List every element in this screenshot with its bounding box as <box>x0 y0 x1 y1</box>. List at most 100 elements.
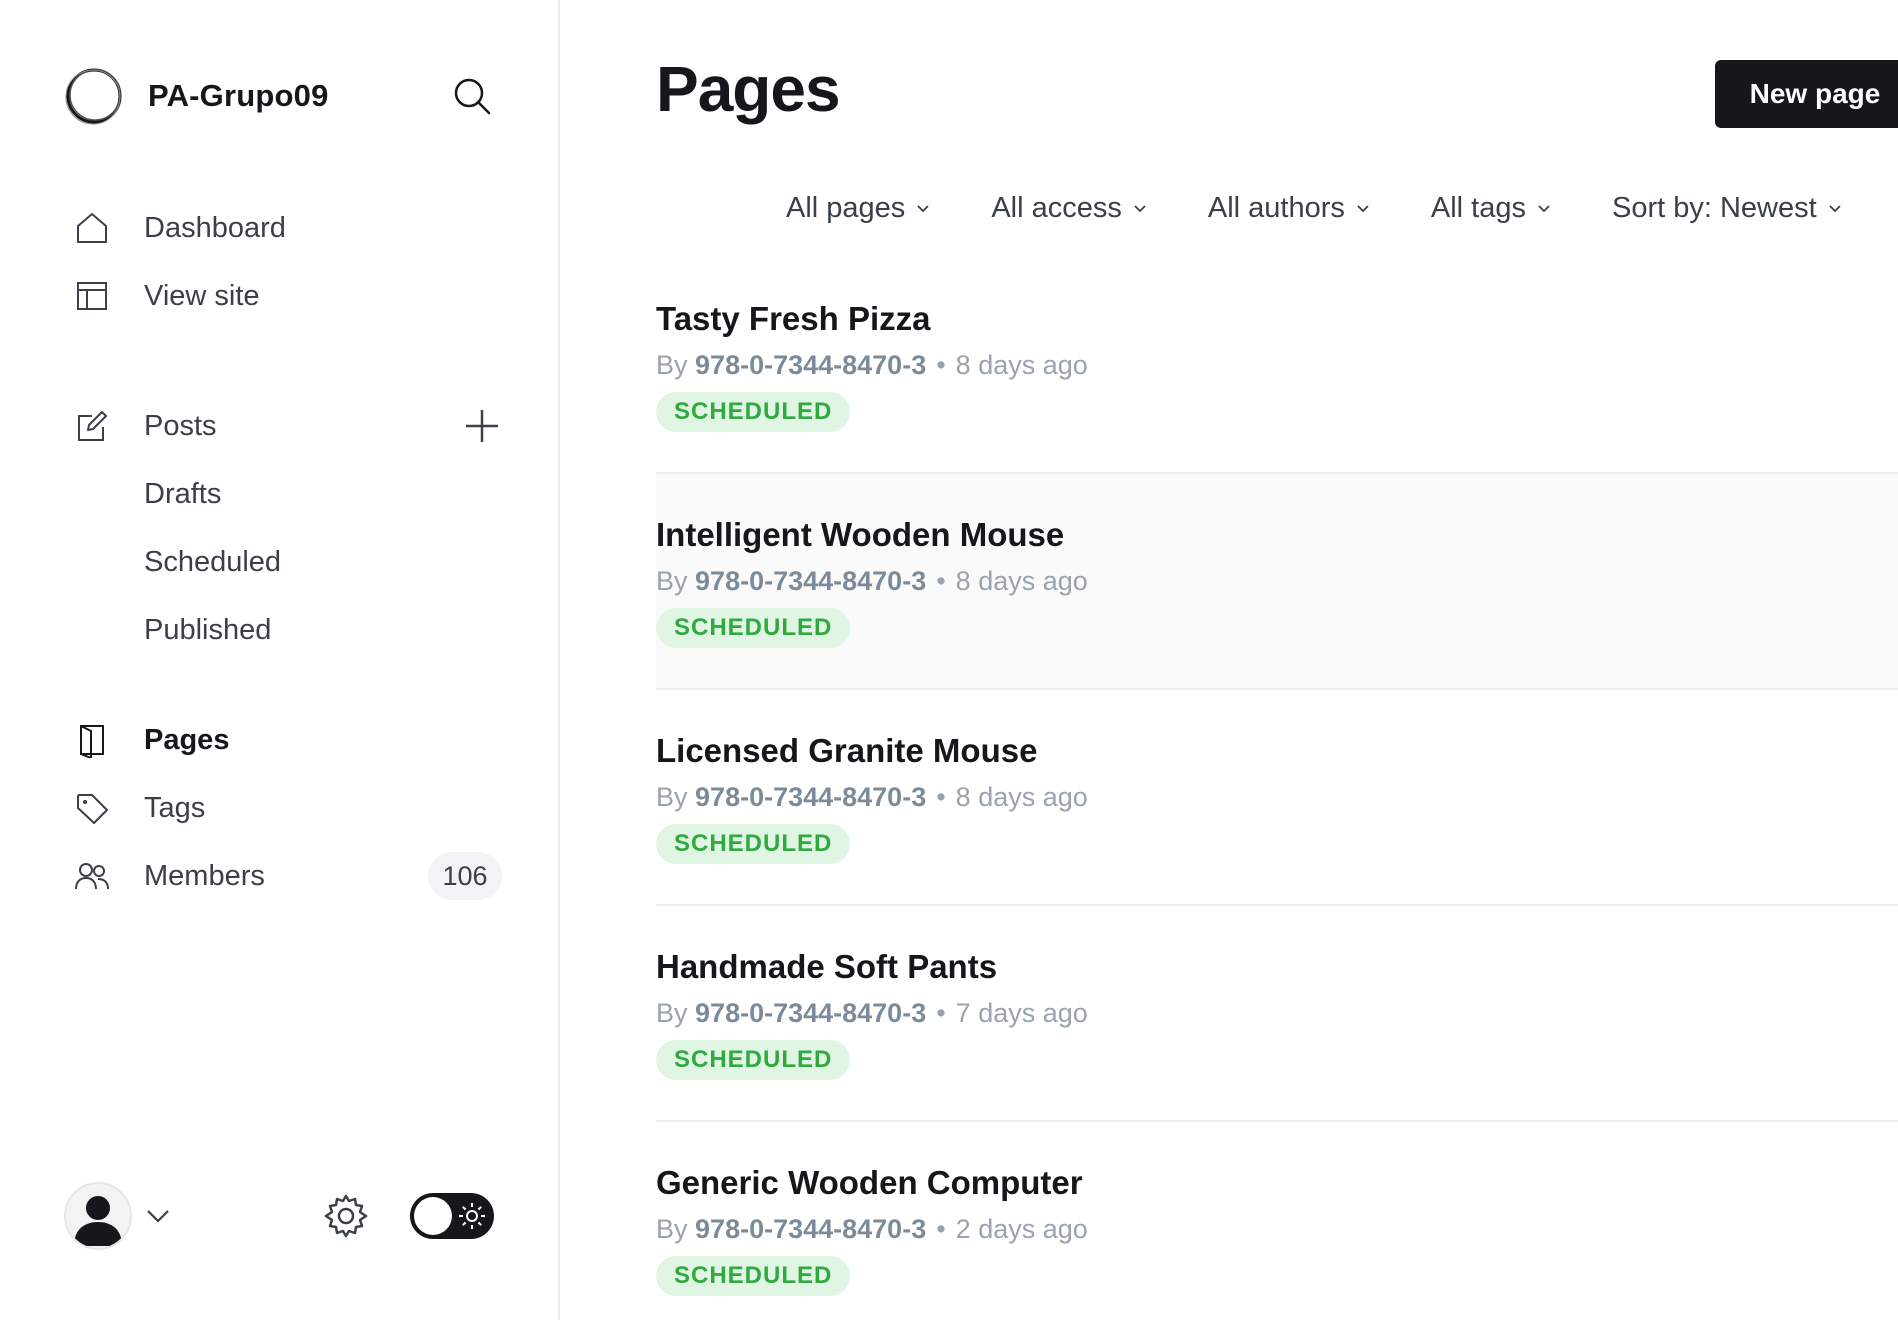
page-item-meta: By 978-0-7344-8470-3 • 2 days ago <box>656 1214 1088 1245</box>
filter-type-dropdown[interactable]: All pages <box>786 192 931 225</box>
search-button[interactable] <box>448 72 496 120</box>
chevron-down-icon <box>1357 205 1369 213</box>
sidebar: PA-Grupo09 Dashboard View site Posts Dra… <box>0 0 560 1320</box>
page-item-time: 8 days ago <box>955 782 1088 812</box>
chevron-down-icon <box>1538 205 1550 213</box>
chevron-down-icon[interactable] <box>144 1202 172 1230</box>
nav-item-dashboard[interactable]: Dashboard <box>72 194 502 262</box>
nav-top: Dashboard View site <box>72 194 502 330</box>
nav-label: Tags <box>144 791 206 824</box>
list-item[interactable]: Generic Wooden Computer By 978-0-7344-84… <box>656 1122 1898 1320</box>
nav-bottom: Pages Tags Members 106 <box>72 706 502 910</box>
page-item-title[interactable]: Licensed Granite Mouse <box>656 732 1037 770</box>
list-item[interactable]: Tasty Fresh Pizza By 978-0-7344-8470-3 • 8… <box>656 258 1898 474</box>
page-item-author: 978-0-7344-8470-3 <box>695 566 927 596</box>
page-item-time: 7 days ago <box>955 998 1088 1028</box>
site-name: PA-Grupo09 <box>148 78 329 113</box>
page-item-meta: By 978-0-7344-8470-3 • 7 days ago <box>656 998 1088 1029</box>
members-count-badge: 106 <box>428 852 502 900</box>
theme-toggle[interactable] <box>410 1193 494 1239</box>
new-post-button[interactable] <box>462 406 502 446</box>
new-page-button[interactable]: New page <box>1715 60 1898 128</box>
status-badge: SCHEDULED <box>656 1256 851 1296</box>
nav-item-posts[interactable]: Posts <box>72 392 502 460</box>
nav-item-tags[interactable]: Tags <box>72 774 502 842</box>
status-badge: SCHEDULED <box>656 608 851 648</box>
page-item-author: 978-0-7344-8470-3 <box>695 998 927 1028</box>
nav-label: Drafts <box>144 477 222 510</box>
edit-icon <box>72 406 112 446</box>
status-badge: SCHEDULED <box>656 392 851 432</box>
nav-label: Published <box>144 613 272 646</box>
meta-separator: • <box>936 998 946 1028</box>
nav-posts: Posts Drafts Scheduled Published <box>72 392 502 664</box>
status-badge: SCHEDULED <box>656 824 851 864</box>
sort-dropdown[interactable]: Sort by: Newest <box>1612 192 1843 225</box>
meta-by: By <box>656 566 688 596</box>
brand[interactable]: PA-Grupo09 <box>64 64 329 128</box>
page-icon <box>72 720 112 760</box>
toggle-knob <box>414 1197 452 1235</box>
plus-icon <box>466 410 498 442</box>
tag-icon <box>72 788 112 828</box>
nav-item-published[interactable]: Published <box>72 596 502 664</box>
nav-label: Dashboard <box>144 211 286 244</box>
filter-label: Sort by: Newest <box>1611 191 1817 224</box>
meta-separator: • <box>936 1214 946 1244</box>
nav-item-view-site[interactable]: View site <box>72 262 502 330</box>
nav-item-scheduled[interactable]: Scheduled <box>72 528 502 596</box>
page-item-title[interactable]: Intelligent Wooden Mouse <box>656 516 1064 554</box>
nav-label: Pages <box>144 723 230 756</box>
filter-label: All authors <box>1207 191 1345 224</box>
avatar[interactable] <box>64 1182 132 1250</box>
user-avatar-icon <box>74 1196 122 1246</box>
page-item-author: 978-0-7344-8470-3 <box>695 782 927 812</box>
filter-label: All access <box>991 191 1122 224</box>
pages-list: Tasty Fresh Pizza By 978-0-7344-8470-3 • 8… <box>656 258 1898 1320</box>
meta-by: By <box>656 1214 688 1244</box>
list-item[interactable]: Licensed Granite Mouse By 978-0-7344-847… <box>656 690 1898 906</box>
meta-by: By <box>656 782 688 812</box>
search-icon <box>454 78 491 115</box>
members-icon <box>72 856 112 896</box>
list-item[interactable]: Intelligent Wooden Mouse By 978-0-7344-8… <box>656 474 1898 690</box>
filter-label: All tags <box>1430 191 1526 224</box>
page-item-time: 2 days ago <box>955 1214 1088 1244</box>
gear-icon[interactable] <box>322 1192 370 1240</box>
filter-tags-dropdown[interactable]: All tags <box>1431 192 1552 225</box>
nav-item-pages[interactable]: Pages <box>72 706 502 774</box>
nav-label: Members <box>144 859 265 892</box>
nav-label: Posts <box>144 409 217 442</box>
status-badge: SCHEDULED <box>656 1040 851 1080</box>
meta-by: By <box>656 998 688 1028</box>
nav-label: Scheduled <box>144 545 282 578</box>
filter-label: All pages <box>786 191 906 224</box>
page-item-title[interactable]: Generic Wooden Computer <box>656 1164 1083 1202</box>
layout-icon <box>72 276 112 316</box>
page-item-title[interactable]: Tasty Fresh Pizza <box>656 300 931 338</box>
nav-item-drafts[interactable]: Drafts <box>72 460 502 528</box>
sun-icon <box>459 1203 485 1229</box>
home-icon <box>72 208 112 248</box>
meta-separator: • <box>936 782 946 812</box>
main-content: Pages New page All pages All access All … <box>562 0 1898 1320</box>
filter-authors-dropdown[interactable]: All authors <box>1208 192 1371 225</box>
page-item-time: 8 days ago <box>955 350 1088 380</box>
chevron-down-icon <box>917 205 929 213</box>
meta-separator: • <box>936 566 946 596</box>
list-item[interactable]: Handmade Soft Pants By 978-0-7344-8470-3… <box>656 906 1898 1122</box>
chevron-down-icon <box>1134 205 1146 213</box>
page-item-meta: By 978-0-7344-8470-3 • 8 days ago <box>656 566 1088 597</box>
page-item-meta: By 978-0-7344-8470-3 • 8 days ago <box>656 782 1088 813</box>
nav-label: View site <box>144 279 260 312</box>
page-item-author: 978-0-7344-8470-3 <box>695 1214 927 1244</box>
page-item-author: 978-0-7344-8470-3 <box>695 350 927 380</box>
sidebar-footer <box>64 1180 500 1250</box>
page-item-time: 8 days ago <box>955 566 1088 596</box>
page-title: Pages <box>656 53 841 125</box>
page-item-title[interactable]: Handmade Soft Pants <box>656 948 997 986</box>
filter-access-dropdown[interactable]: All access <box>991 192 1148 225</box>
page-item-meta: By 978-0-7344-8470-3 • 8 days ago <box>656 350 1088 381</box>
nav-item-members[interactable]: Members 106 <box>72 842 502 910</box>
filter-bar: All pages All access All authors All tag… <box>786 186 1843 230</box>
